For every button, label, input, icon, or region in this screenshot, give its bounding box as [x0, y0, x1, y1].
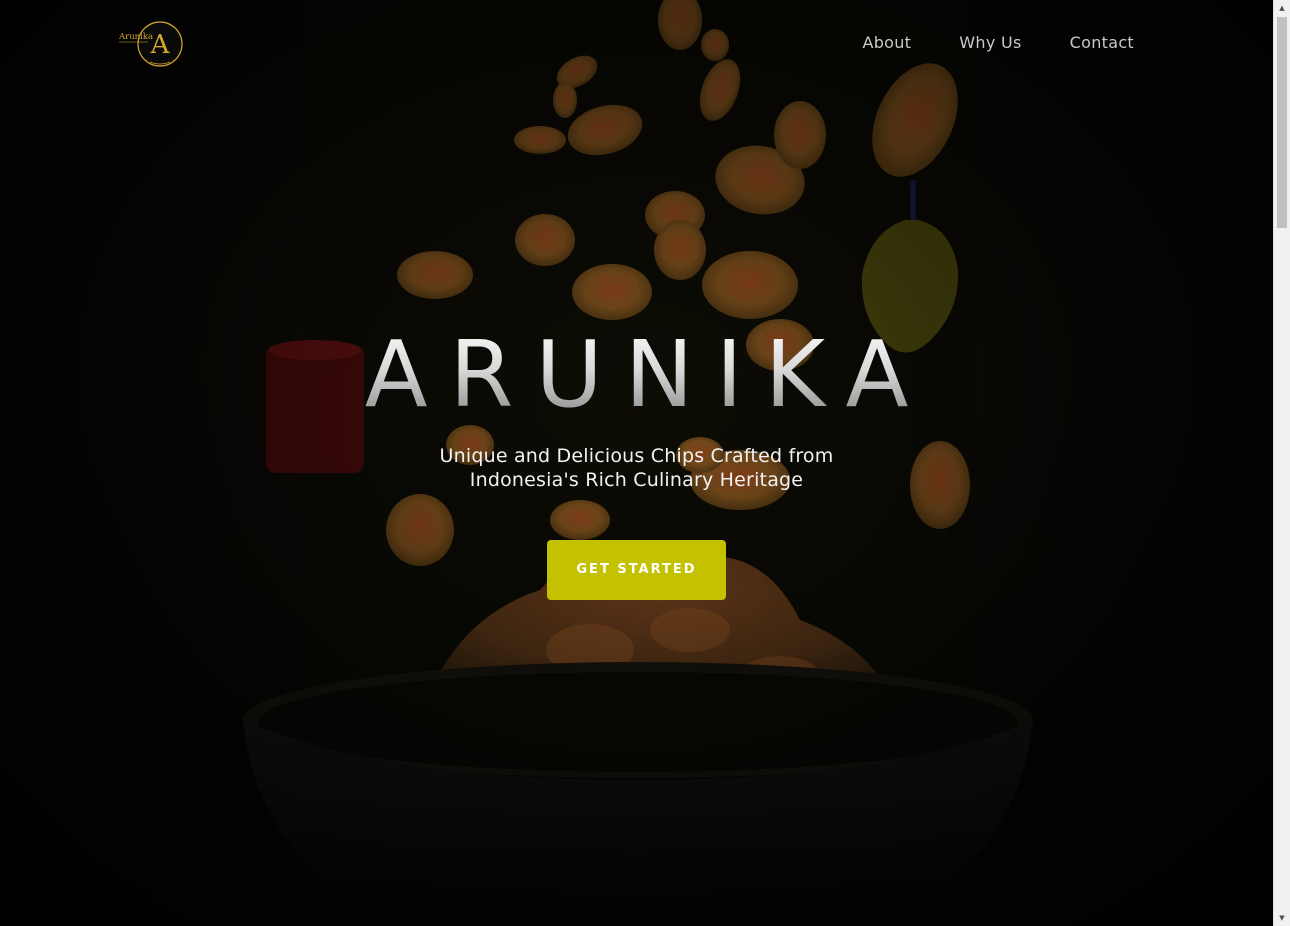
- logo-wordmark: Arunika: [118, 32, 153, 42]
- vertical-scrollbar[interactable]: ▲ ▼: [1273, 0, 1290, 926]
- brand-logo[interactable]: A Arunika: [118, 20, 184, 68]
- page: A Arunika About Why Us Contact ARUNIKA U…: [0, 0, 1273, 926]
- site-header: A Arunika About Why Us Contact: [0, 0, 1273, 88]
- hero-section: ARUNIKA Unique and Delicious Chips Craft…: [0, 320, 1273, 600]
- nav-link-contact[interactable]: Contact: [1070, 33, 1134, 52]
- arunika-logo-icon: A Arunika: [118, 21, 183, 67]
- hero-subtitle: Unique and Delicious Chips Crafted from …: [439, 445, 834, 491]
- get-started-button[interactable]: GET STARTED: [547, 540, 726, 600]
- nav-link-about[interactable]: About: [862, 33, 911, 52]
- hero-title: ARUNIKA: [0, 320, 1273, 430]
- triangle-down-icon[interactable]: ▼: [1274, 910, 1290, 926]
- scrollbar-thumb[interactable]: [1277, 17, 1287, 228]
- triangle-up-icon[interactable]: ▲: [1274, 0, 1290, 16]
- nav-link-why-us[interactable]: Why Us: [959, 33, 1021, 52]
- main-nav: About Why Us Contact: [862, 33, 1134, 52]
